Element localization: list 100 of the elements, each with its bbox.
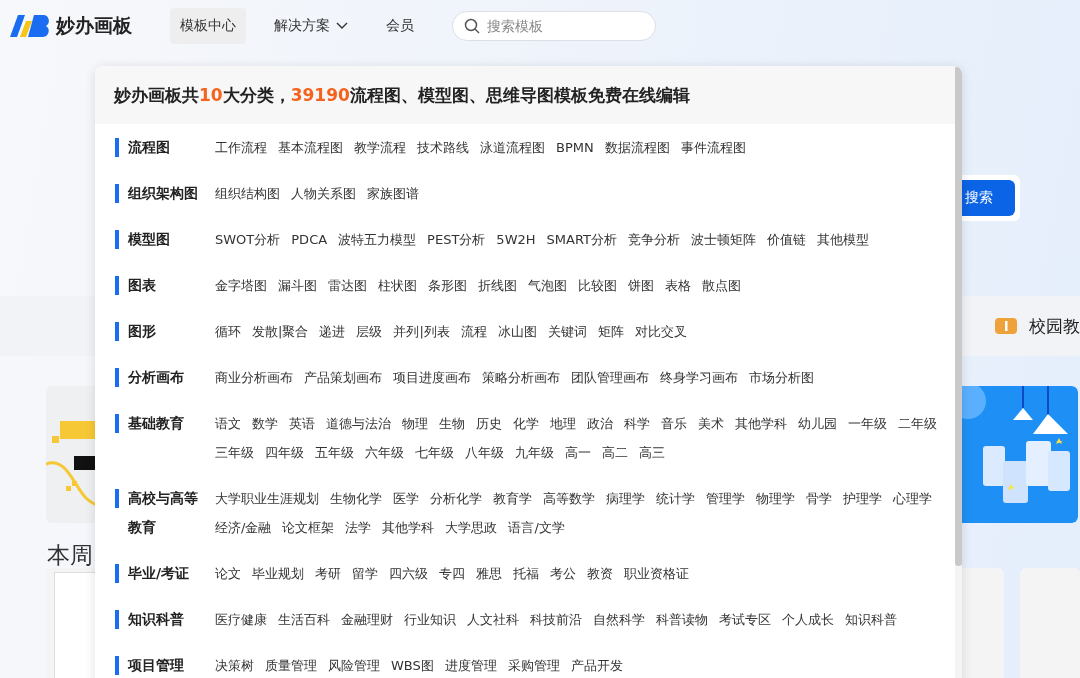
template-link[interactable]: 气泡图 bbox=[528, 270, 567, 300]
template-link[interactable]: 科学 bbox=[624, 408, 650, 438]
template-link[interactable]: 波士顿矩阵 bbox=[690, 224, 756, 254]
template-link[interactable]: 幼儿园 bbox=[798, 408, 837, 438]
template-link[interactable]: 物理 bbox=[402, 408, 428, 438]
template-link[interactable]: 其他模型 bbox=[816, 224, 869, 254]
template-link[interactable]: 雅思 bbox=[476, 558, 502, 588]
template-link[interactable]: 八年级 bbox=[465, 437, 504, 467]
template-link[interactable]: 医疗健康 bbox=[215, 604, 267, 634]
template-link[interactable]: 政治 bbox=[587, 408, 613, 438]
template-link[interactable]: 价值链 bbox=[766, 224, 806, 254]
template-link[interactable]: 英语 bbox=[289, 408, 315, 438]
template-link[interactable]: 团队管理画布 bbox=[571, 362, 649, 392]
template-link[interactable]: 论文框架 bbox=[282, 512, 335, 542]
template-link[interactable]: 音乐 bbox=[661, 408, 687, 438]
template-link[interactable]: 条形图 bbox=[428, 270, 467, 300]
nav-tab[interactable]: 解决方案 bbox=[264, 8, 358, 44]
template-link[interactable]: WBS图 bbox=[391, 650, 434, 678]
template-link[interactable]: 并列|列表 bbox=[393, 316, 450, 346]
template-link[interactable]: SWOT分析 bbox=[215, 224, 281, 254]
template-link[interactable]: SMART分析 bbox=[546, 224, 617, 254]
template-link[interactable]: 三年级 bbox=[215, 437, 254, 467]
template-link[interactable]: 工作流程 bbox=[215, 132, 267, 162]
template-link[interactable]: 质量管理 bbox=[265, 650, 317, 678]
template-link[interactable]: 风险管理 bbox=[328, 650, 380, 678]
template-link[interactable]: 金字塔图 bbox=[215, 270, 267, 300]
template-link[interactable]: 地理 bbox=[550, 408, 576, 438]
template-link[interactable]: 漏斗图 bbox=[278, 270, 317, 300]
template-link[interactable]: PEST分析 bbox=[427, 224, 486, 254]
category-tab[interactable]: 校园教 bbox=[1029, 314, 1080, 338]
template-link[interactable]: 论文 bbox=[215, 558, 241, 588]
template-link[interactable]: 高一 bbox=[565, 437, 591, 467]
template-link[interactable]: 金融理财 bbox=[341, 604, 393, 634]
brand-name[interactable]: 妙办画板 bbox=[56, 13, 132, 39]
template-link[interactable]: 管理学 bbox=[706, 483, 745, 513]
template-link[interactable]: 自然科学 bbox=[593, 604, 645, 634]
template-link[interactable]: 四年级 bbox=[265, 437, 304, 467]
template-link[interactable]: 护理学 bbox=[843, 483, 882, 513]
template-link[interactable]: 六年级 bbox=[365, 437, 404, 467]
template-link[interactable]: 市场分析图 bbox=[749, 362, 814, 392]
template-link[interactable]: 生活百科 bbox=[278, 604, 330, 634]
logo-icon[interactable] bbox=[8, 13, 52, 39]
template-link[interactable]: 产品开发 bbox=[570, 650, 623, 678]
template-link[interactable]: 关键词 bbox=[547, 316, 587, 346]
template-link[interactable]: 柱状图 bbox=[378, 270, 417, 300]
template-link[interactable]: 九年级 bbox=[515, 437, 554, 467]
template-link[interactable]: 教学流程 bbox=[354, 132, 406, 162]
template-link[interactable]: 分析化学 bbox=[430, 483, 482, 513]
template-link[interactable]: 策略分析画布 bbox=[482, 362, 560, 392]
template-link[interactable]: 基本流程图 bbox=[278, 132, 343, 162]
template-link[interactable]: 饼图 bbox=[628, 270, 654, 300]
template-link[interactable]: 比较图 bbox=[578, 270, 617, 300]
template-link[interactable]: 知识科普 bbox=[845, 604, 897, 634]
template-link[interactable]: 托福 bbox=[513, 558, 539, 588]
template-link[interactable]: 心理学 bbox=[893, 483, 932, 513]
template-link[interactable]: 五年级 bbox=[315, 437, 354, 467]
template-link[interactable]: 进度管理 bbox=[444, 650, 497, 678]
template-link[interactable]: 统计学 bbox=[656, 483, 695, 513]
template-link[interactable]: 技术路线 bbox=[417, 132, 469, 162]
template-link[interactable]: 行业知识 bbox=[404, 604, 456, 634]
template-link[interactable]: 一年级 bbox=[848, 408, 887, 438]
template-link[interactable]: 波特五力模型 bbox=[338, 224, 417, 254]
search-field[interactable]: 搜索模板 bbox=[452, 11, 656, 41]
template-link[interactable]: BPMN bbox=[556, 132, 594, 162]
template-link[interactable]: 流程 bbox=[460, 316, 487, 346]
template-link[interactable]: 终身学习画布 bbox=[660, 362, 738, 392]
template-link[interactable]: 递进 bbox=[319, 316, 346, 346]
nav-tab[interactable]: 会员 bbox=[376, 8, 424, 44]
template-link[interactable]: 其他学科 bbox=[382, 512, 435, 542]
template-link[interactable]: 历史 bbox=[476, 408, 502, 438]
template-link[interactable]: 冰山图 bbox=[497, 316, 537, 346]
template-link[interactable]: 5W2H bbox=[496, 224, 536, 254]
template-link[interactable]: 医学 bbox=[393, 483, 419, 513]
template-link[interactable]: 泳道流程图 bbox=[480, 132, 545, 162]
template-link[interactable]: 毕业规划 bbox=[252, 558, 304, 588]
template-link[interactable]: 考研 bbox=[315, 558, 341, 588]
template-link[interactable]: 七年级 bbox=[415, 437, 454, 467]
template-link[interactable]: 循环 bbox=[215, 316, 241, 346]
template-link[interactable]: 矩阵 bbox=[597, 316, 624, 346]
nav-tab[interactable]: 模板中心 bbox=[170, 8, 246, 44]
template-link[interactable]: 考试专区 bbox=[719, 604, 771, 634]
template-link[interactable]: 生物化学 bbox=[330, 483, 382, 513]
template-link[interactable]: 竞争分析 bbox=[627, 224, 680, 254]
template-link[interactable]: 美术 bbox=[698, 408, 724, 438]
template-link[interactable]: 人物关系图 bbox=[291, 178, 356, 208]
template-link[interactable]: 事件流程图 bbox=[680, 132, 746, 162]
template-link[interactable]: 商业分析画布 bbox=[215, 362, 293, 392]
template-link[interactable]: 数学 bbox=[252, 408, 278, 438]
template-link[interactable]: 决策树 bbox=[215, 650, 254, 678]
template-link[interactable]: 科普读物 bbox=[656, 604, 708, 634]
template-link[interactable]: 对比交叉 bbox=[634, 316, 687, 346]
template-link[interactable]: 科技前沿 bbox=[530, 604, 582, 634]
template-link[interactable]: 大学思政 bbox=[445, 512, 498, 542]
template-link[interactable]: 层级 bbox=[356, 316, 383, 346]
template-link[interactable]: 专四 bbox=[439, 558, 465, 588]
template-link[interactable]: 病理学 bbox=[606, 483, 645, 513]
template-link[interactable]: 语言/文学 bbox=[508, 512, 565, 542]
template-link[interactable]: 家族图谱 bbox=[367, 178, 419, 208]
template-link[interactable]: 表格 bbox=[665, 270, 691, 300]
template-link[interactable]: 经济/金融 bbox=[215, 512, 272, 542]
